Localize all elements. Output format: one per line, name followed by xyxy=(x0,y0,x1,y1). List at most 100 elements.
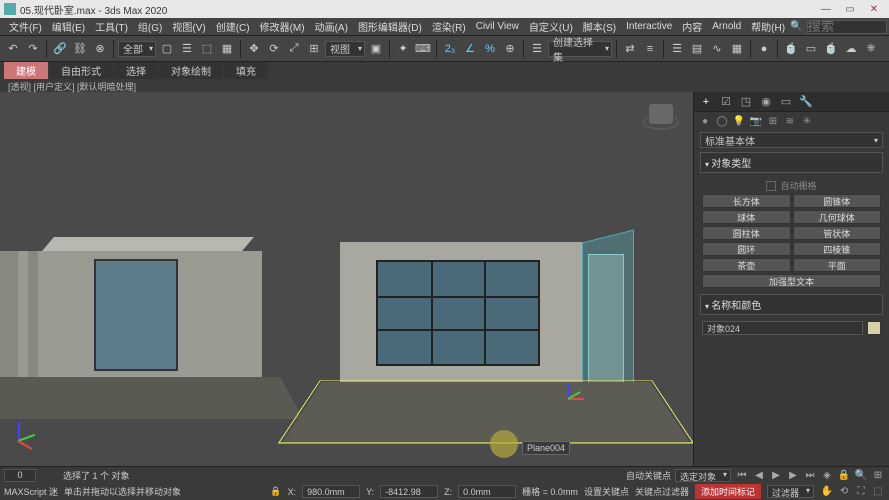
edit-selection-set-button[interactable]: ☰ xyxy=(528,40,546,58)
pyramid-button[interactable]: 四棱锥 xyxy=(793,242,882,256)
spacewarps-subtab[interactable]: ≋ xyxy=(783,114,797,128)
selected-object-dropdown[interactable]: 选定对象 xyxy=(675,469,731,482)
ref-coord-dropdown[interactable]: 视图 xyxy=(325,41,365,57)
manipulate-button[interactable]: ✦ xyxy=(394,40,412,58)
hierarchy-tab[interactable]: ◳ xyxy=(738,94,754,110)
isolate-button[interactable]: ◈ xyxy=(820,468,834,482)
textplus-button[interactable]: 加强型文本 xyxy=(702,274,881,288)
object-color-swatch[interactable] xyxy=(867,321,881,335)
goto-end-button[interactable]: ⏭ xyxy=(803,468,817,482)
select-button[interactable]: ▢ xyxy=(158,40,176,58)
selection-set-dropdown[interactable]: 创建选择集 xyxy=(548,41,612,57)
keyboard-button[interactable]: ⌨ xyxy=(414,40,432,58)
cone-button[interactable]: 圆锥体 xyxy=(793,194,882,208)
minimize-button[interactable]: — xyxy=(815,2,837,16)
rotate-button[interactable]: ⟳ xyxy=(265,40,283,58)
snap-toggle-button[interactable]: 2₃ xyxy=(441,40,459,58)
y-coord-input[interactable]: -8412.98 xyxy=(380,485,438,498)
menu-animation[interactable]: 动画(A) xyxy=(310,19,353,34)
menu-edit[interactable]: 编辑(E) xyxy=(47,19,90,34)
maxscript-button[interactable]: MAXScript 迷 xyxy=(4,485,58,498)
motion-tab[interactable]: ◉ xyxy=(758,94,774,110)
unlink-button[interactable]: ⛓ xyxy=(71,40,89,58)
render-online-button[interactable]: ☁ xyxy=(842,40,860,58)
undo-button[interactable]: ↶ xyxy=(4,40,22,58)
angle-snap-button[interactable]: ∠ xyxy=(461,40,479,58)
ribbon-button[interactable]: ▤ xyxy=(688,40,706,58)
menu-interactive[interactable]: Interactive xyxy=(621,21,677,32)
select-rect-button[interactable]: ⬚ xyxy=(198,40,216,58)
geometry-subtab[interactable]: ● xyxy=(698,114,712,128)
menu-tools[interactable]: 工具(T) xyxy=(90,19,133,34)
link-button[interactable]: 🔗 xyxy=(51,40,69,58)
cylinder-button[interactable]: 圆柱体 xyxy=(702,226,791,240)
display-tab[interactable]: ▭ xyxy=(778,94,794,110)
menu-help[interactable]: 帮助(H) xyxy=(746,19,790,34)
autogrid-checkbox-row[interactable]: 自动栅格 xyxy=(700,177,883,194)
create-tab[interactable]: + xyxy=(698,94,714,110)
material-editor-button[interactable]: ● xyxy=(755,40,773,58)
render-setup-button[interactable]: 🍵 xyxy=(782,40,800,58)
primitive-category-dropdown[interactable]: 标准基本体 xyxy=(700,132,883,148)
lights-subtab[interactable]: 💡 xyxy=(732,114,746,128)
menu-view[interactable]: 视图(V) xyxy=(167,19,210,34)
time-tag-button[interactable]: 添加时间标记 xyxy=(695,484,761,499)
menu-content[interactable]: 内容 xyxy=(677,19,707,34)
plane-button[interactable]: 平面 xyxy=(793,258,882,272)
systems-subtab[interactable]: ✳ xyxy=(800,114,814,128)
menu-file[interactable]: 文件(F) xyxy=(4,19,47,34)
cameras-subtab[interactable]: 📷 xyxy=(749,114,763,128)
placement-button[interactable]: ⊞ xyxy=(305,40,323,58)
tab-freeform[interactable]: 自由形式 xyxy=(49,62,113,79)
viewport-label[interactable]: [透视] [用户定义] [默认明暗处理] xyxy=(0,78,889,92)
teapot-button[interactable]: 茶壶 xyxy=(702,258,791,272)
tab-object-paint[interactable]: 对象绘制 xyxy=(159,62,223,79)
pivot-button[interactable]: ▣ xyxy=(367,40,385,58)
tab-populate[interactable]: 填充 xyxy=(224,62,268,79)
bind-button[interactable]: ⊗ xyxy=(91,40,109,58)
select-name-button[interactable]: ☰ xyxy=(178,40,196,58)
maximize-button[interactable]: ▭ xyxy=(839,2,861,16)
z-coord-input[interactable]: 0.0mm xyxy=(458,485,516,498)
lock-icon[interactable]: 🔒 xyxy=(270,486,281,497)
box-button[interactable]: 长方体 xyxy=(702,194,791,208)
render-button[interactable]: 🍵 xyxy=(822,40,840,58)
zoom-all-button[interactable]: ⊞ xyxy=(871,468,885,482)
frame-indicator[interactable]: 0 xyxy=(4,469,36,482)
torus-button[interactable]: 圆环 xyxy=(702,242,791,256)
goto-start-button[interactable]: ⏮ xyxy=(735,468,749,482)
lock-button[interactable]: 🔒 xyxy=(837,468,851,482)
viewcube[interactable] xyxy=(641,100,681,140)
scale-button[interactable]: ⤢ xyxy=(285,40,303,58)
tube-button[interactable]: 管状体 xyxy=(793,226,882,240)
menu-script[interactable]: 脚本(S) xyxy=(578,19,621,34)
object-name-input[interactable]: 对象024 xyxy=(702,321,863,335)
mirror-button[interactable]: ⇄ xyxy=(621,40,639,58)
timeline[interactable]: 0 xyxy=(4,469,59,482)
menu-arnold[interactable]: Arnold xyxy=(707,21,746,32)
menu-group[interactable]: 组(G) xyxy=(133,19,167,34)
geosphere-button[interactable]: 几何球体 xyxy=(793,210,882,224)
setkey-button[interactable]: 设置关键点 xyxy=(584,485,629,498)
rollout-name-color[interactable]: 名称和颜色 xyxy=(700,294,883,315)
orbit-button[interactable]: ⟲ xyxy=(837,485,851,499)
filter-dropdown[interactable]: 过滤器 xyxy=(767,485,814,498)
curve-editor-button[interactable]: ∿ xyxy=(708,40,726,58)
open-autodesk-button[interactable]: ⎈ xyxy=(862,40,880,58)
close-button[interactable]: ✕ xyxy=(863,2,885,16)
move-button[interactable]: ✥ xyxy=(245,40,263,58)
pan-button[interactable]: ✋ xyxy=(820,485,834,499)
shapes-subtab[interactable]: ◯ xyxy=(715,114,729,128)
modify-tab[interactable]: ☑ xyxy=(718,94,734,110)
menu-render[interactable]: 渲染(R) xyxy=(427,19,471,34)
schematic-button[interactable]: ▦ xyxy=(728,40,746,58)
zoom-button[interactable]: 🔍 xyxy=(854,468,868,482)
tab-selection[interactable]: 选择 xyxy=(114,62,158,79)
next-frame-button[interactable]: ▶ xyxy=(786,468,800,482)
redo-button[interactable]: ↷ xyxy=(24,40,42,58)
window-crossing-button[interactable]: ▦ xyxy=(218,40,236,58)
render-frame-button[interactable]: ▭ xyxy=(802,40,820,58)
autogrid-checkbox[interactable] xyxy=(766,181,776,191)
play-button[interactable]: ▶ xyxy=(769,468,783,482)
selection-filter-dropdown[interactable]: 全部 xyxy=(118,41,156,57)
